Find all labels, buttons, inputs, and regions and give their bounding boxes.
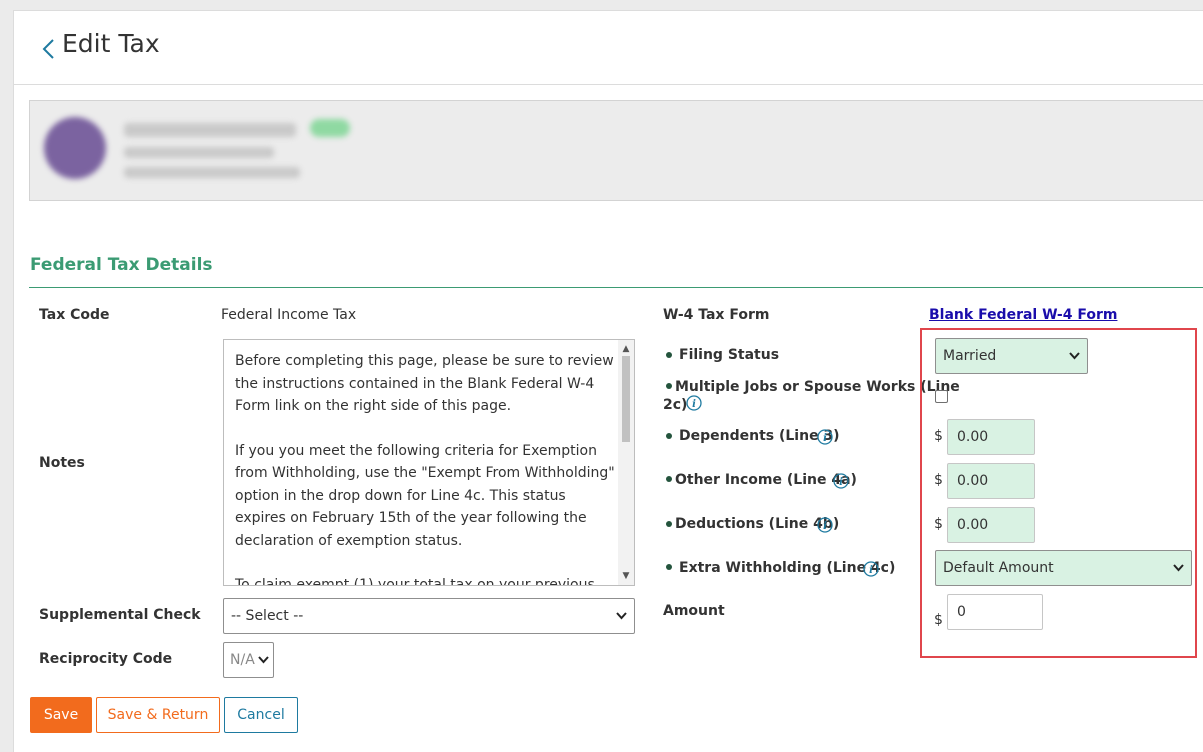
multiple-jobs-label-cont: 2c) (663, 397, 688, 413)
svg-text:i: i (823, 521, 827, 532)
reciprocity-code-select[interactable]: N/A (223, 642, 274, 678)
supplemental-check-value: -- Select -- (231, 608, 304, 624)
redacted-status-badge (310, 119, 350, 137)
section-title: Federal Tax Details (30, 255, 213, 275)
notes-label: Notes (39, 455, 85, 471)
page-header: Edit Tax (14, 11, 1203, 85)
notes-content: Before completing this page, please be s… (235, 350, 620, 586)
notes-paragraph: If you you meet the following criteria f… (235, 442, 615, 549)
scroll-down-arrow-icon[interactable]: ▼ (618, 569, 634, 583)
bullet-icon (666, 383, 672, 389)
other-income-label: Other Income (Line 4a) (675, 472, 857, 488)
edit-tax-card: Edit Tax Federal Tax Details Tax Code Fe… (13, 10, 1203, 752)
save-button[interactable]: Save (30, 697, 92, 733)
section-divider (29, 287, 1203, 288)
back-chevron-icon[interactable] (40, 37, 58, 61)
amount-label: Amount (663, 603, 725, 619)
deductions-label: Deductions (Line 4b) (675, 516, 840, 532)
svg-text:i: i (823, 433, 827, 444)
highlight-box (920, 328, 1197, 658)
info-icon[interactable]: i (817, 517, 833, 533)
bullet-icon (666, 352, 672, 358)
notes-paragraph: Before completing this page, please be s… (235, 353, 614, 414)
w4-tax-form-label: W-4 Tax Form (663, 307, 770, 323)
info-icon[interactable]: i (686, 395, 702, 411)
redacted-detail-line (124, 167, 300, 178)
reciprocity-code-value: N/A (230, 652, 255, 668)
scroll-up-arrow-icon[interactable]: ▲ (618, 342, 634, 356)
tax-code-label: Tax Code (39, 307, 110, 323)
scroll-thumb[interactable] (622, 356, 630, 442)
supplemental-check-label: Supplemental Check (39, 607, 201, 623)
bullet-icon (666, 521, 672, 527)
info-icon[interactable]: i (833, 473, 849, 489)
avatar (44, 117, 106, 179)
notes-scrollbar[interactable]: ▲ ▼ (618, 340, 634, 585)
supplemental-check-select[interactable]: -- Select -- (223, 598, 635, 634)
redacted-detail-line (124, 147, 274, 158)
chevron-down-icon (616, 612, 627, 620)
multiple-jobs-label: Multiple Jobs or Spouse Works (Line (675, 379, 960, 395)
employee-profile-card (29, 100, 1203, 201)
bullet-icon (666, 564, 672, 570)
save-and-return-button[interactable]: Save & Return (96, 697, 220, 733)
chevron-down-icon (258, 656, 269, 664)
svg-text:i: i (692, 399, 696, 410)
reciprocity-code-label: Reciprocity Code (39, 651, 173, 667)
dependents-label: Dependents (Line 3) (679, 428, 840, 444)
filing-status-label: Filing Status (679, 347, 780, 363)
page-title: Edit Tax (62, 29, 160, 58)
svg-text:i: i (839, 477, 843, 488)
cancel-button[interactable]: Cancel (224, 697, 298, 733)
svg-text:i: i (869, 565, 873, 576)
notes-textarea[interactable]: Before completing this page, please be s… (223, 339, 635, 586)
info-icon[interactable]: i (817, 429, 833, 445)
blank-w4-form-link[interactable]: Blank Federal W-4 Form (929, 307, 1117, 323)
notes-paragraph: To claim exempt (1) your total tax on yo… (235, 577, 595, 586)
tax-code-value: Federal Income Tax (221, 307, 357, 323)
redacted-name (124, 123, 296, 137)
bullet-icon (666, 476, 672, 482)
bullet-icon (666, 433, 672, 439)
info-icon[interactable]: i (863, 561, 879, 577)
